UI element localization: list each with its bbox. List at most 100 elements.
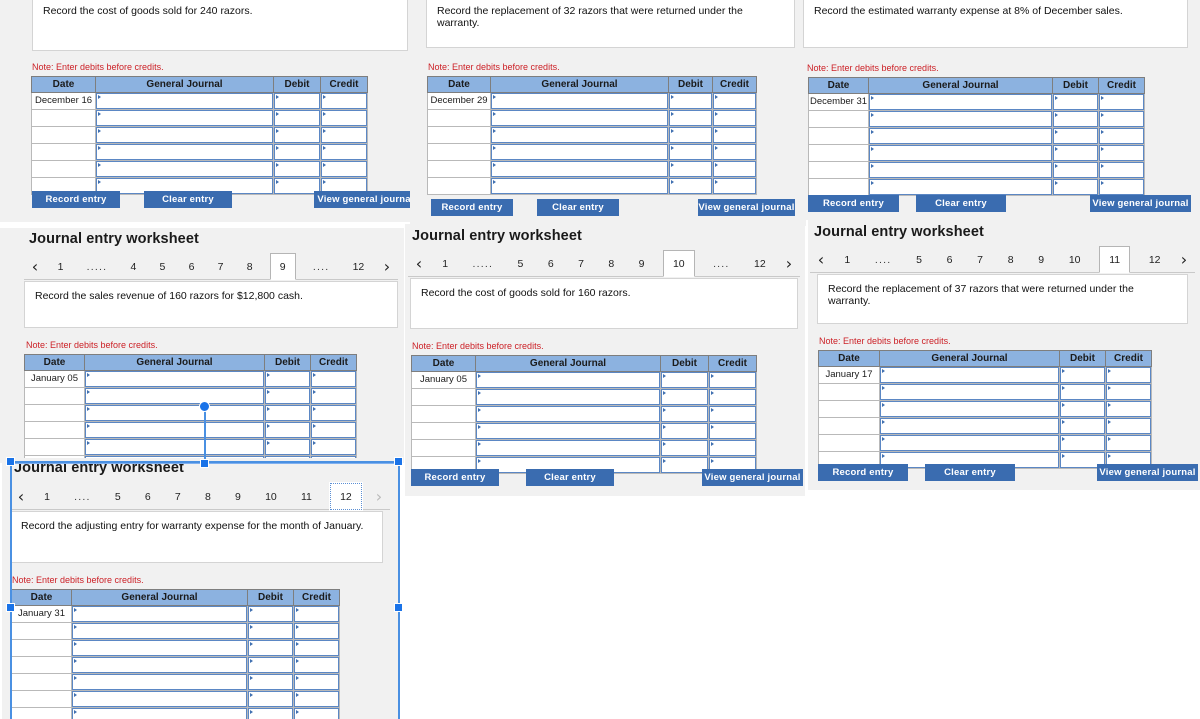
page-tab-6[interactable]: 6 [542,251,560,276]
page-tab-9[interactable]: 9 [1032,247,1050,272]
account-input[interactable] [71,673,248,691]
debit-input[interactable] [273,160,321,178]
debit-input[interactable] [264,370,311,388]
debit-input[interactable] [247,622,294,640]
date-cell[interactable] [808,127,869,145]
page-tab-10[interactable]: 10 [259,484,283,509]
date-cell[interactable]: January 31 [11,605,72,623]
debit-input[interactable] [247,690,294,708]
date-cell[interactable] [818,417,880,435]
credit-input[interactable] [708,439,757,457]
credit-input[interactable] [712,126,757,144]
date-cell[interactable] [11,707,72,719]
page-tab-7[interactable]: 7 [212,254,230,279]
page-tab-7[interactable]: 7 [572,251,590,276]
resize-handle-middle-left[interactable] [6,603,15,612]
page-tab-12[interactable]: 12 [748,251,772,276]
date-cell[interactable] [427,143,491,161]
credit-input[interactable] [320,126,368,144]
credit-input[interactable] [310,438,357,456]
account-input[interactable] [490,109,669,127]
date-cell[interactable] [818,383,880,401]
account-input[interactable] [95,143,274,161]
page-tab-9[interactable]: 9 [633,251,651,276]
page-tab-12[interactable]: 12 [1143,247,1167,272]
credit-input[interactable] [708,371,757,389]
record-entry-button[interactable]: Record entry [808,195,899,212]
date-cell[interactable] [427,126,491,144]
credit-input[interactable] [293,690,340,708]
debit-input[interactable] [247,639,294,657]
account-input[interactable] [84,370,265,388]
debit-input[interactable] [1059,417,1106,435]
account-input[interactable] [71,707,248,719]
account-input[interactable] [879,417,1060,435]
debit-input[interactable] [1052,144,1099,162]
account-input[interactable] [868,110,1053,128]
debit-input[interactable] [1052,178,1099,196]
date-cell[interactable] [11,690,72,708]
page-tab-8[interactable]: 8 [241,254,259,279]
page-tab-1[interactable]: 1 [838,247,856,272]
credit-input[interactable] [1098,127,1145,145]
account-input[interactable] [868,161,1053,179]
date-cell[interactable]: December 29 [427,92,491,110]
credit-input[interactable] [293,605,340,623]
credit-input[interactable] [712,92,757,110]
prev-page-icon[interactable]: ‹ [810,248,832,272]
account-input[interactable] [84,404,265,422]
view-general-journal-button[interactable]: View general journal [698,199,795,216]
date-cell[interactable] [24,421,85,439]
credit-input[interactable] [310,404,357,422]
page-tab-7[interactable]: 7 [169,484,187,509]
account-input[interactable] [84,421,265,439]
credit-input[interactable] [1105,417,1152,435]
account-input[interactable] [490,143,669,161]
date-cell[interactable] [31,109,96,127]
date-cell[interactable] [818,400,880,418]
date-cell[interactable]: January 05 [24,370,85,388]
page-tab-10-active[interactable]: 10 [662,250,695,277]
credit-input[interactable] [708,405,757,423]
date-cell[interactable] [24,387,85,405]
debit-input[interactable] [247,605,294,623]
credit-input[interactable] [310,421,357,439]
credit-input[interactable] [310,387,357,405]
date-cell[interactable] [411,388,476,406]
page-tab-5[interactable]: 5 [512,251,530,276]
credit-input[interactable] [310,370,357,388]
debit-input[interactable] [273,126,321,144]
clear-entry-button[interactable]: Clear entry [925,464,1015,481]
credit-input[interactable] [293,639,340,657]
debit-input[interactable] [273,109,321,127]
page-tab-5[interactable]: 5 [910,247,928,272]
page-tab-10[interactable]: 10 [1063,247,1087,272]
account-input[interactable] [490,126,669,144]
credit-input[interactable] [1105,383,1152,401]
account-input[interactable] [490,92,669,110]
view-general-journal-button[interactable]: View general journal [1090,195,1191,212]
debit-input[interactable] [264,404,311,422]
resize-handle-middle-right[interactable] [394,603,403,612]
account-input[interactable] [490,177,669,195]
page-tab-9[interactable]: 9 [229,484,247,509]
account-input[interactable] [879,383,1060,401]
credit-input[interactable] [293,673,340,691]
debit-input[interactable] [1052,161,1099,179]
account-input[interactable] [490,160,669,178]
resize-handle-top-center[interactable] [200,459,209,468]
date-cell[interactable] [11,639,72,657]
debit-input[interactable] [660,388,709,406]
date-cell[interactable] [11,656,72,674]
page-tab-5[interactable]: 5 [154,254,172,279]
credit-input[interactable] [320,160,368,178]
account-input[interactable] [475,371,661,389]
credit-input[interactable] [1098,110,1145,128]
view-general-journal-button[interactable]: View general journal [314,191,417,208]
account-input[interactable] [879,366,1060,384]
account-input[interactable] [84,387,265,405]
date-cell[interactable] [11,673,72,691]
date-cell[interactable] [24,438,85,456]
page-tab-6[interactable]: 6 [139,484,157,509]
credit-input[interactable] [320,109,368,127]
